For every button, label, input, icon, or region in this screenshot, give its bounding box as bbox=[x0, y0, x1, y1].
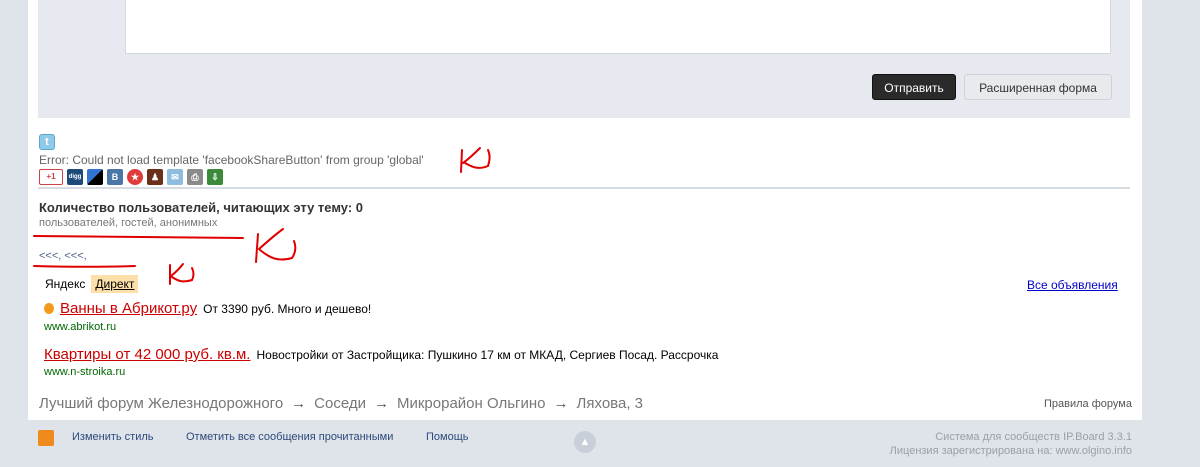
digg-icon[interactable]: digg bbox=[67, 168, 83, 185]
change-style-link[interactable]: Изменить стиль bbox=[72, 431, 154, 443]
breadcrumb-item[interactable]: Ляхова, 3 bbox=[577, 395, 643, 412]
license-text: Лицензия зарегистрирована на: www.olgino… bbox=[889, 445, 1132, 457]
reply-box: Отправить Расширенная форма bbox=[38, 0, 1130, 118]
divider bbox=[38, 187, 1130, 189]
ad-description: Новостройки от Застройщика: Пушкино 17 к… bbox=[256, 348, 719, 362]
back-to-top-icon[interactable]: ▲ bbox=[574, 431, 596, 453]
twitter-icon[interactable]: t bbox=[39, 134, 55, 150]
all-ads-link[interactable]: Все объявления bbox=[1027, 278, 1118, 292]
submit-button[interactable]: Отправить bbox=[872, 74, 956, 100]
ad-title-link[interactable]: Ванны в Абрикот.ру bbox=[60, 300, 197, 317]
reply-textarea[interactable] bbox=[125, 0, 1111, 54]
breadcrumb-arrow: → bbox=[291, 395, 307, 412]
breadcrumb-arrow: → bbox=[374, 395, 389, 412]
breadcrumb-item[interactable]: Лучший форум Железнодорожного bbox=[39, 395, 283, 412]
ad-domain[interactable]: www.abrikot.ru bbox=[44, 321, 116, 333]
vkontakte-icon[interactable]: B bbox=[107, 168, 123, 185]
print-icon[interactable]: ⎙ bbox=[187, 168, 203, 185]
download-icon[interactable]: ⇩ bbox=[207, 168, 223, 185]
rss-icon[interactable] bbox=[38, 430, 54, 446]
breadcrumb-item[interactable]: Соседи bbox=[314, 395, 366, 412]
ad-item: Ванны в Абрикот.ру От 3390 руб. Много и … bbox=[44, 300, 371, 317]
nav-links[interactable]: <<<, <<<, bbox=[39, 250, 87, 262]
share-icons: +1 digg B ★ ♟ ✉ ⎙ ⇩ bbox=[39, 168, 223, 185]
ad-item: Квартиры от 42 000 руб. кв.м. Новостройк… bbox=[44, 346, 718, 363]
powered-by-text: Система для сообществ IP.Board 3.3.1 bbox=[935, 431, 1132, 443]
ad-domain[interactable]: www.n-stroika.ru bbox=[44, 366, 125, 378]
advanced-form-button[interactable]: Расширенная форма bbox=[964, 74, 1112, 100]
apricot-icon bbox=[44, 303, 54, 314]
forum-rules-link[interactable]: Правила форума bbox=[1044, 398, 1132, 410]
ad-description: От 3390 руб. Много и дешево! bbox=[203, 302, 372, 316]
page-content: Отправить Расширенная форма t Error: Cou… bbox=[28, 0, 1142, 420]
mark-all-read-link[interactable]: Отметить все сообщения прочитанными bbox=[186, 431, 393, 443]
readers-title: Количество пользователей, читающих эту т… bbox=[39, 200, 364, 215]
breadcrumb-arrow: → bbox=[553, 395, 569, 412]
gplus-icon[interactable]: +1 bbox=[39, 168, 63, 185]
yandex-label[interactable]: Яндекс bbox=[39, 277, 91, 291]
template-error-text: Error: Could not load template 'facebook… bbox=[39, 153, 424, 167]
ad-label: Яндекс Директ bbox=[39, 274, 139, 294]
delicious-icon[interactable] bbox=[87, 168, 103, 185]
help-link[interactable]: Помощь bbox=[426, 431, 469, 443]
readers-subtitle: пользователей, гостей, анонимных bbox=[39, 217, 218, 229]
email-icon[interactable]: ✉ bbox=[167, 168, 183, 185]
moikrug-icon[interactable]: ♟ bbox=[147, 168, 163, 185]
breadcrumb-item[interactable]: Микрорайон Ольгино bbox=[397, 395, 546, 412]
direct-label[interactable]: Директ bbox=[91, 275, 139, 293]
star-icon[interactable]: ★ bbox=[127, 168, 143, 185]
breadcrumb: Лучший форум Железнодорожного → Соседи → Мик… bbox=[39, 395, 643, 412]
ad-title-link[interactable]: Квартиры от 42 000 руб. кв.м. bbox=[44, 346, 250, 363]
